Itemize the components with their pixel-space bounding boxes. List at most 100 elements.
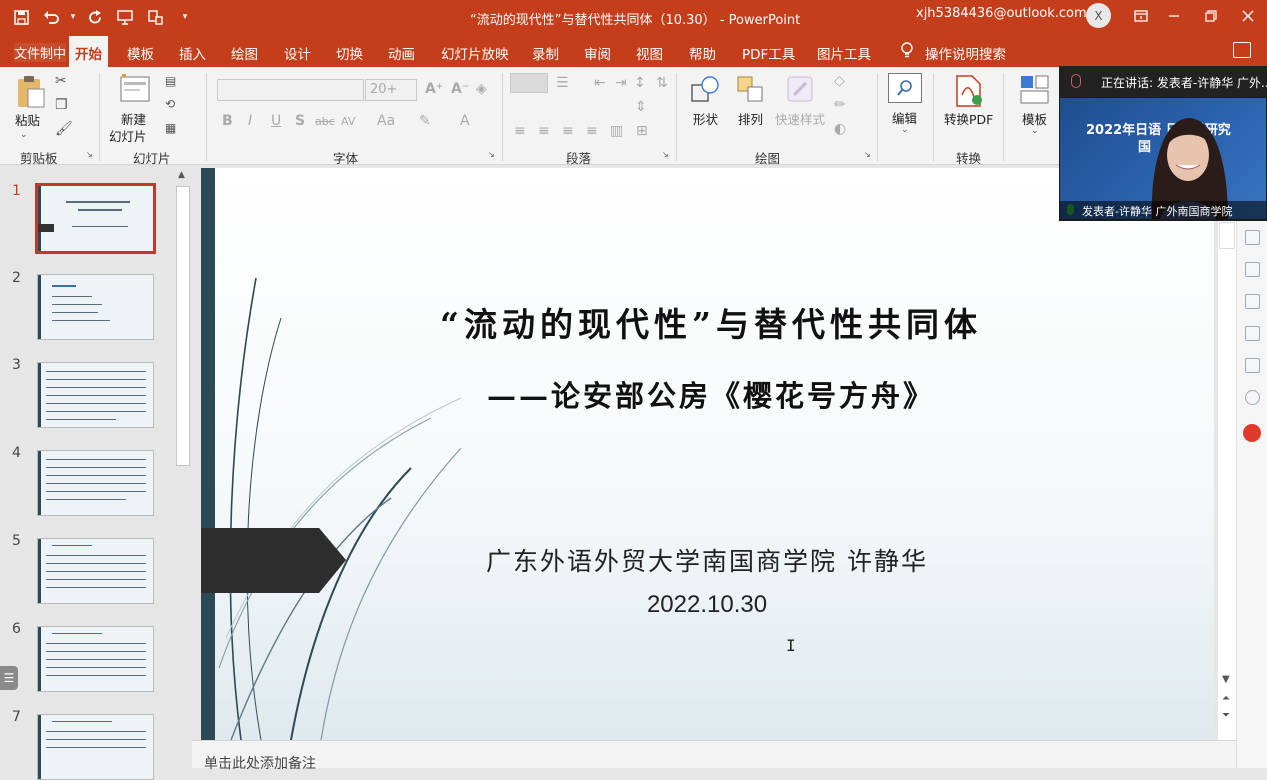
bold-button[interactable]: B	[222, 113, 233, 129]
previous-slide-icon[interactable]: ⏶	[1222, 693, 1230, 704]
ribbon-display-icon[interactable]	[1126, 4, 1156, 28]
arrange-button[interactable]: 排列	[738, 109, 763, 128]
quick-styles-icon[interactable]	[786, 75, 816, 109]
meeting-tool-icon[interactable]	[1245, 358, 1260, 373]
paste-button[interactable]: 粘贴	[15, 110, 40, 129]
new-slide-label[interactable]: 幻灯片	[109, 126, 147, 145]
account-email[interactable]: xjh5384436@outlook.com	[916, 6, 1087, 21]
pdf-icon[interactable]	[954, 75, 984, 111]
meeting-tool-icon[interactable]	[1245, 326, 1260, 341]
font-size-combo[interactable]: 20+	[365, 79, 417, 101]
gift-icon[interactable]	[1243, 424, 1261, 442]
scrollbar-thumb[interactable]	[176, 186, 190, 466]
numbering-icon[interactable]: ☰	[556, 75, 569, 91]
decrease-indent-icon[interactable]: ⇤	[594, 75, 606, 91]
align-right-icon[interactable]: ≡	[562, 123, 574, 139]
shapes-button[interactable]: 形状	[693, 109, 718, 128]
slide-author[interactable]: 广东外语外贸大学南国商学院 许静华	[401, 542, 1013, 578]
meeting-tool-icon[interactable]	[1245, 294, 1260, 309]
tab-picture-tools[interactable]: 图片工具	[817, 43, 871, 63]
notes-placeholder[interactable]: 单击此处添加备注	[204, 753, 316, 773]
file-tab[interactable]: 文件制中	[14, 43, 67, 62]
presenter-video[interactable]: 正在讲话: 发表者-许静华 广外... 2022年日语 日本学研究 国 发表者-…	[1059, 66, 1267, 221]
arrange-icon[interactable]	[736, 75, 766, 109]
shrink-font-icon[interactable]: A⁻	[451, 81, 469, 97]
slide-title[interactable]: “流动的现代性”与替代性共同体	[401, 298, 1021, 346]
underline-button[interactable]: U	[271, 113, 281, 129]
notes-pane[interactable]: 单击此处添加备注	[192, 740, 1267, 772]
tab-design[interactable]: 设计	[284, 43, 311, 63]
layout-icon[interactable]	[142, 5, 168, 29]
slide-subtitle[interactable]: ——论安部公房《樱花号方舟》	[401, 373, 1021, 415]
search-icon[interactable]	[888, 73, 922, 103]
char-spacing-button[interactable]: AV	[341, 115, 355, 128]
save-icon[interactable]	[8, 5, 34, 29]
tab-transitions[interactable]: 切换	[336, 43, 363, 63]
customize-icon[interactable]: ▾	[172, 5, 198, 29]
minimize-icon[interactable]	[1159, 4, 1189, 28]
scroll-down-icon[interactable]: ▼	[1222, 674, 1230, 685]
clear-format-icon[interactable]: ◈	[476, 81, 487, 97]
layout-icon[interactable]: ▤	[165, 74, 176, 88]
increase-indent-icon[interactable]: ⇥	[615, 75, 627, 91]
thumbnails-scrollbar[interactable]: ▲	[174, 168, 192, 768]
slide-thumbnail-1[interactable]	[35, 183, 156, 254]
align-center-icon[interactable]: ≡	[538, 123, 550, 139]
hamburger-icon[interactable]: ☰	[0, 666, 18, 690]
slide-editor[interactable]: “流动的现代性”与替代性共同体 ——论安部公房《樱花号方舟》 广东外语外贸大学南…	[201, 168, 1214, 740]
slide-thumbnail-5[interactable]	[37, 538, 154, 604]
change-case-button[interactable]: Aa	[377, 113, 395, 129]
comments-icon[interactable]	[1233, 42, 1251, 58]
chevron-down-icon[interactable]: ⌄	[901, 125, 909, 135]
shadow-button[interactable]: S	[295, 113, 305, 129]
restore-icon[interactable]	[1196, 4, 1226, 28]
copy-icon[interactable]: ❐	[55, 97, 68, 113]
shape-effects-icon[interactable]: ◐	[834, 121, 846, 137]
shape-fill-icon[interactable]: ◇	[834, 73, 845, 89]
section-icon[interactable]: ▦	[165, 121, 176, 135]
tab-draw[interactable]: 绘图	[231, 43, 258, 63]
undo-icon[interactable]	[38, 5, 64, 29]
font-color-button[interactable]: A	[460, 113, 470, 129]
slide-thumbnail-7[interactable]	[37, 714, 154, 780]
justify-icon[interactable]: ≡	[586, 123, 598, 139]
meeting-tool-icon[interactable]	[1245, 230, 1260, 245]
italic-button[interactable]: I	[248, 113, 252, 129]
convert-pdf-button[interactable]: 转换PDF	[944, 109, 993, 128]
slide-date[interactable]: 2022.10.30	[401, 591, 1013, 619]
line-spacing-icon[interactable]: ↕	[634, 75, 646, 91]
redo-icon[interactable]	[82, 5, 108, 29]
meeting-tool-icon[interactable]	[1245, 390, 1260, 405]
font-name-combo[interactable]	[217, 79, 364, 101]
smartart-icon[interactable]: ⊞	[636, 123, 648, 139]
dialog-launcher-icon[interactable]: ↘	[86, 150, 93, 159]
tell-me-search[interactable]: 操作说明搜索	[925, 43, 1006, 63]
strikethrough-button[interactable]: abc	[315, 115, 335, 128]
meeting-tool-icon[interactable]	[1245, 262, 1260, 277]
cut-icon[interactable]: ✂	[55, 73, 67, 89]
chevron-down-icon[interactable]: ⌄	[20, 130, 28, 140]
present-icon[interactable]	[112, 5, 138, 29]
shapes-icon[interactable]	[690, 75, 722, 109]
format-painter-icon[interactable]: 🖌	[55, 121, 73, 137]
align-text-icon[interactable]: ⇕	[635, 99, 647, 115]
tab-help[interactable]: 帮助	[689, 43, 716, 63]
tab-view[interactable]: 视图	[636, 43, 663, 63]
scroll-up-icon[interactable]: ▲	[178, 170, 185, 180]
tab-record[interactable]: 录制	[532, 43, 559, 63]
tab-home[interactable]: 开始	[69, 36, 108, 67]
template-icon[interactable]	[1020, 75, 1050, 109]
slide-thumbnail-6[interactable]	[37, 626, 154, 692]
quick-styles-button[interactable]: 快速样式	[775, 109, 825, 128]
slide-thumbnail-2[interactable]	[37, 274, 154, 340]
text-direction-icon[interactable]: ⇅	[656, 75, 668, 91]
dialog-launcher-icon[interactable]: ↘	[662, 150, 669, 159]
slide-thumbnail-4[interactable]	[37, 450, 154, 516]
chevron-down-icon[interactable]: ⌄	[1031, 126, 1039, 136]
scrollbar-thumb[interactable]	[1219, 222, 1235, 249]
dialog-launcher-icon[interactable]: ↘	[864, 150, 871, 159]
tab-templates[interactable]: 模板	[127, 43, 154, 63]
columns-icon[interactable]: ▥	[610, 123, 623, 139]
slide-scrollbar[interactable]: ▼ ⏶ ⏷	[1218, 220, 1236, 740]
avatar[interactable]: X	[1086, 3, 1111, 28]
